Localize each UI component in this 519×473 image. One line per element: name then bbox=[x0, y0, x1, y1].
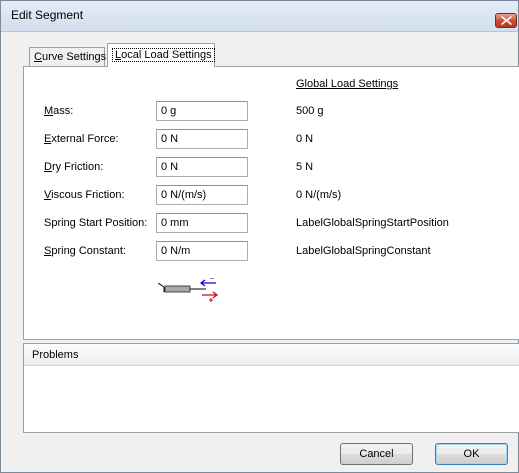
spring-start-position-label-text: Spring Start Position: bbox=[44, 217, 148, 229]
local-load-settings-panel bbox=[23, 66, 519, 340]
tab-curve-label: urve Settings bbox=[41, 51, 107, 63]
global-viscous-friction-value: 0 N/(m/s) bbox=[296, 189, 342, 201]
tab-local-focus: Local Load Settings bbox=[112, 48, 215, 62]
external-force-label-text: xternal Force: bbox=[51, 133, 119, 145]
global-dry-friction-value: 5 N bbox=[296, 161, 314, 173]
viscous-friction-label-text: iscous Friction: bbox=[51, 189, 125, 201]
dry-friction-label: Dry Friction: bbox=[44, 161, 103, 173]
spring-constant-label-text: pring Constant: bbox=[51, 245, 126, 257]
window-title: Edit Segment bbox=[11, 8, 84, 22]
tab-curve-accesskey: C bbox=[34, 51, 42, 63]
global-mass-value: 500 g bbox=[296, 105, 324, 117]
mass-input[interactable]: 0 g bbox=[156, 101, 248, 121]
dry-friction-label-text: ry Friction: bbox=[51, 161, 104, 173]
global-spring-start-position-value: LabelGlobalSpringStartPosition bbox=[296, 217, 449, 229]
dry-friction-accesskey: D bbox=[44, 161, 52, 173]
global-external-force-value: 0 N bbox=[296, 133, 314, 145]
ok-button[interactable]: OK bbox=[435, 443, 508, 465]
spring-start-position-input[interactable]: 0 mm bbox=[156, 213, 248, 233]
mass-accesskey: M bbox=[44, 105, 54, 117]
global-load-settings-header: Global Load Settings bbox=[296, 78, 399, 90]
cancel-button[interactable]: Cancel bbox=[340, 443, 413, 465]
problems-panel: Problems bbox=[23, 343, 519, 433]
problems-title: Problems bbox=[32, 349, 79, 361]
tab-curve-settings[interactable]: Curve Settings bbox=[29, 47, 107, 67]
edit-segment-dialog: Edit Segment Curve Settings Local Load S… bbox=[0, 0, 519, 473]
tab-local-label: ocal Load Settings bbox=[121, 49, 212, 61]
problems-header: Problems bbox=[24, 344, 519, 366]
mass-label-text: ass: bbox=[53, 105, 74, 117]
close-icon bbox=[501, 16, 512, 25]
global-spring-constant-value: LabelGlobalSpringConstant bbox=[296, 245, 431, 257]
mass-label: Mass: bbox=[44, 105, 73, 117]
spring-start-position-label: Spring Start Position: bbox=[44, 217, 147, 229]
close-button[interactable] bbox=[495, 13, 517, 28]
viscous-friction-input[interactable]: 0 N/(m/s) bbox=[156, 185, 248, 205]
spring-constant-label: Spring Constant: bbox=[44, 245, 126, 257]
tab-local-load-settings[interactable]: Local Load Settings bbox=[107, 43, 215, 67]
external-force-input[interactable]: 0 N bbox=[156, 129, 248, 149]
viscous-friction-label: Viscous Friction: bbox=[44, 189, 125, 201]
dry-friction-input[interactable]: 0 N bbox=[156, 157, 248, 177]
title-bar[interactable]: Edit Segment bbox=[1, 1, 518, 32]
spring-direction-icon bbox=[158, 278, 218, 302]
external-force-label: External Force: bbox=[44, 133, 119, 145]
spring-constant-input[interactable]: 0 N/m bbox=[156, 241, 248, 261]
